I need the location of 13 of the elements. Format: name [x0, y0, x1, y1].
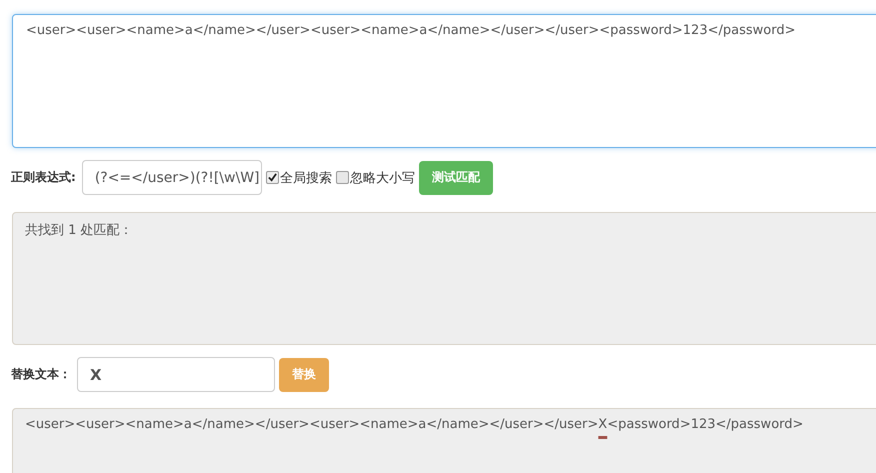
- option-label: 忽略大小写: [350, 170, 415, 186]
- match-count-text: 共找到 1 处匹配：: [25, 223, 133, 238]
- checkbox-icon[interactable]: [336, 171, 349, 184]
- replace-result-text: <user><user><name>a</name></user><user><name>a</name></user></user>X<password>123</password>: [25, 417, 804, 432]
- regex-input[interactable]: (?<=</user>)(?![\w\W]: [82, 160, 262, 195]
- checkbox-icon[interactable]: [266, 171, 279, 184]
- option-checkbox[interactable]: 忽略大小写: [336, 168, 415, 186]
- source-textarea[interactable]: <user><user><name>a</name></user><user><name>a</name></user></user><password>123</password>: [12, 14, 876, 148]
- regex-label: 正则表达式:: [11, 169, 76, 186]
- replace-label: 替换文本：: [11, 366, 71, 383]
- option-checkbox[interactable]: 全局搜索: [266, 168, 332, 186]
- option-label: 全局搜索: [280, 170, 332, 186]
- replace-input[interactable]: X: [77, 357, 275, 392]
